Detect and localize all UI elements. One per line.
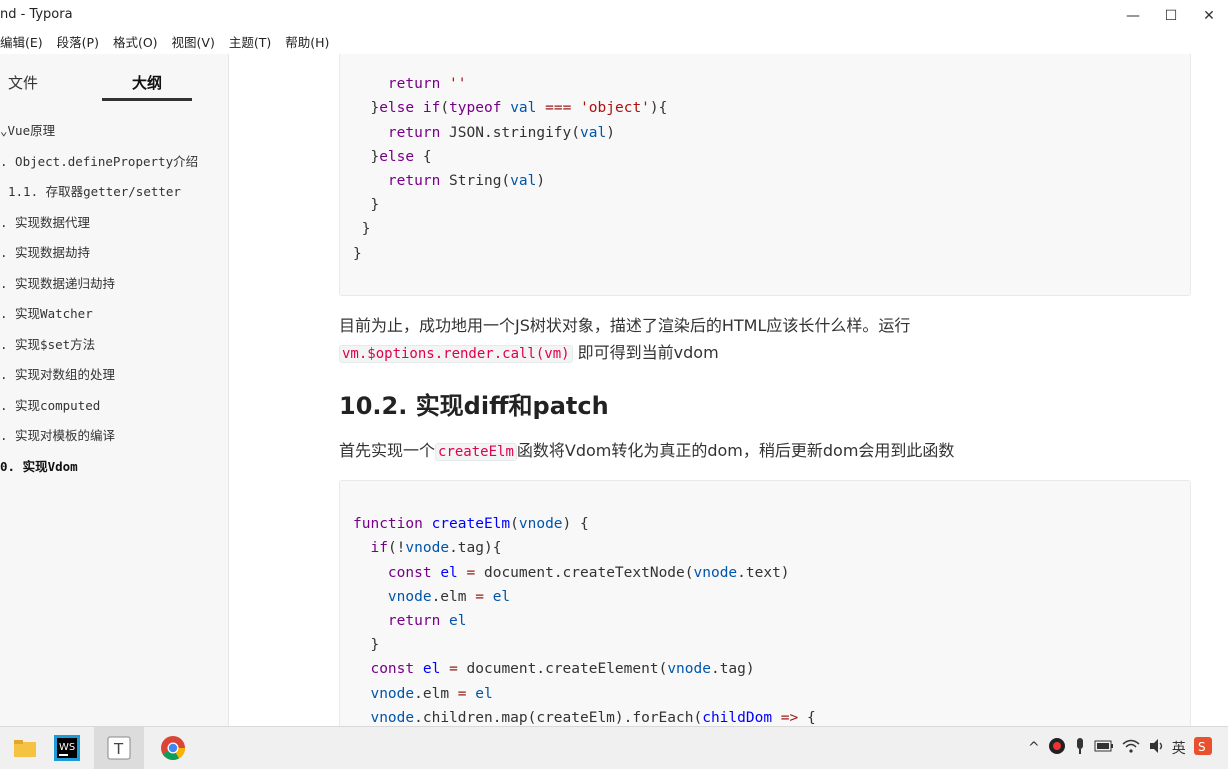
code-line: return '' (387, 76, 467, 93)
menu-format[interactable]: 格式(O) (113, 32, 158, 54)
code-block[interactable]: return '' }else if(typeof val === 'objec… (339, 54, 1191, 296)
code-line: }else { (353, 148, 432, 165)
outline-item[interactable]: . 实现数据劫持 (0, 242, 90, 261)
inline-code: createElm (435, 443, 517, 461)
paragraph: 目前为止，成功地用一个JS树状对象，描述了渲染后的HTML应该长什么样。运行 v… (339, 312, 910, 368)
active-tab-indicator (102, 98, 192, 101)
battery-icon[interactable] (1094, 740, 1114, 756)
paragraph-text: 首先实现一个 (339, 441, 436, 460)
code-line: } (353, 245, 362, 262)
paragraph-text: 函数将Vdom转化为真正的dom，稍后更新dom会用到此函数 (516, 441, 955, 460)
svg-text:T: T (113, 740, 124, 758)
code-line: vnode.elm = el (370, 685, 493, 702)
outline-item[interactable]: . 实现对数组的处理 (0, 364, 115, 383)
recording-icon[interactable] (1048, 737, 1066, 759)
outline-item[interactable]: 1.1. 存取器getter/setter (8, 181, 181, 200)
close-button[interactable]: ✕ (1190, 0, 1228, 32)
tab-outline[interactable]: 大纲 (132, 72, 162, 93)
chevron-up-icon[interactable]: ^ (1028, 740, 1040, 756)
sidebar: 文件 大纲 ⌄Vue原理 . Object.defineProperty介绍 1… (0, 54, 229, 726)
menu-view[interactable]: 视图(V) (172, 32, 215, 54)
code-line: return String(val) (387, 173, 546, 190)
code-line: } (353, 221, 371, 238)
menu-theme[interactable]: 主题(T) (229, 32, 271, 54)
window-title: nd - Typora (0, 7, 73, 22)
webstorm-icon[interactable]: WS (42, 727, 92, 769)
code-line: } (353, 637, 380, 654)
taskbar: WS T ^ 英 S (0, 726, 1228, 769)
outline-item[interactable]: . 实现数据代理 (0, 212, 90, 231)
chrome-icon[interactable] (148, 727, 198, 769)
paragraph-text: 即可得到当前vdom (577, 343, 719, 362)
ime-indicator[interactable]: 英 (1172, 738, 1186, 758)
wifi-icon[interactable] (1122, 738, 1140, 758)
code-line: vnode.children.map(createElm).forEach(ch… (370, 709, 816, 726)
code-line: } (353, 197, 380, 214)
minimize-button[interactable]: — (1114, 0, 1152, 32)
outline-item[interactable]: . 实现computed (0, 395, 100, 414)
code-line: return JSON.stringify(val) (387, 124, 615, 141)
window-controls: — ☐ ✕ (1114, 0, 1228, 32)
code-line: vnode.elm = el (387, 588, 511, 605)
heading: 10.2. 实现diff和patch (339, 392, 609, 420)
outline-item[interactable]: . 实现Watcher (0, 303, 93, 322)
code-lines: return '' }else if(typeof val === 'objec… (353, 54, 667, 290)
typora-icon[interactable]: T (94, 727, 144, 769)
code-line: function createElm(vnode) { (353, 516, 589, 533)
title-bar: nd - Typora — ☐ ✕ (0, 0, 1228, 32)
outline-item-active[interactable]: 0. 实现Vdom (0, 456, 78, 475)
code-line: return el (387, 613, 467, 630)
code-line: const el = document.createTextNode(vnode… (387, 564, 790, 581)
svg-text:WS: WS (59, 742, 75, 753)
volume-icon[interactable] (1148, 738, 1166, 758)
outline-item[interactable]: . 实现数据递归劫持 (0, 273, 115, 292)
code-line: if(!vnode.tag){ (370, 540, 502, 557)
editor-content[interactable]: return '' }else if(typeof val === 'objec… (229, 54, 1228, 726)
svg-text:S: S (1198, 740, 1206, 754)
menu-edit[interactable]: 编辑(E) (0, 32, 43, 54)
microphone-icon[interactable] (1074, 737, 1086, 759)
inline-code: vm.$options.render.call(vm) (339, 345, 573, 363)
code-block[interactable]: function createElm(vnode) { if(!vnode.ta… (339, 480, 1191, 726)
paragraph: 首先实现一个 createElm 函数将Vdom转化为真正的dom，稍后更新dom会… (339, 437, 954, 466)
outline-item[interactable]: . 实现$set方法 (0, 334, 95, 353)
outline-item[interactable]: . Object.defineProperty介绍 (0, 151, 198, 170)
maximize-button[interactable]: ☐ (1152, 0, 1190, 32)
code-line: const el = document.createElement(vnode.… (370, 661, 755, 678)
system-tray: ^ 英 S (1028, 727, 1212, 769)
code-line: }else if(typeof val === 'object'){ (353, 100, 668, 117)
outline-item[interactable]: ⌄Vue原理 (0, 120, 55, 139)
paragraph-text: 目前为止，成功地用一个JS树状对象，描述了渲染后的HTML应该长什么样。运行 (339, 316, 911, 335)
code-lines: function createElm(vnode) { if(!vnode.ta… (353, 488, 816, 726)
menu-bar: 编辑(E) 段落(P) 格式(O) 视图(V) 主题(T) 帮助(H) (0, 32, 1228, 54)
tab-files[interactable]: 文件 (8, 72, 38, 93)
menu-help[interactable]: 帮助(H) (285, 32, 329, 54)
outline-item[interactable]: . 实现对模板的编译 (0, 425, 115, 444)
menu-paragraph[interactable]: 段落(P) (57, 32, 99, 54)
sogou-input-icon[interactable]: S (1193, 737, 1212, 759)
